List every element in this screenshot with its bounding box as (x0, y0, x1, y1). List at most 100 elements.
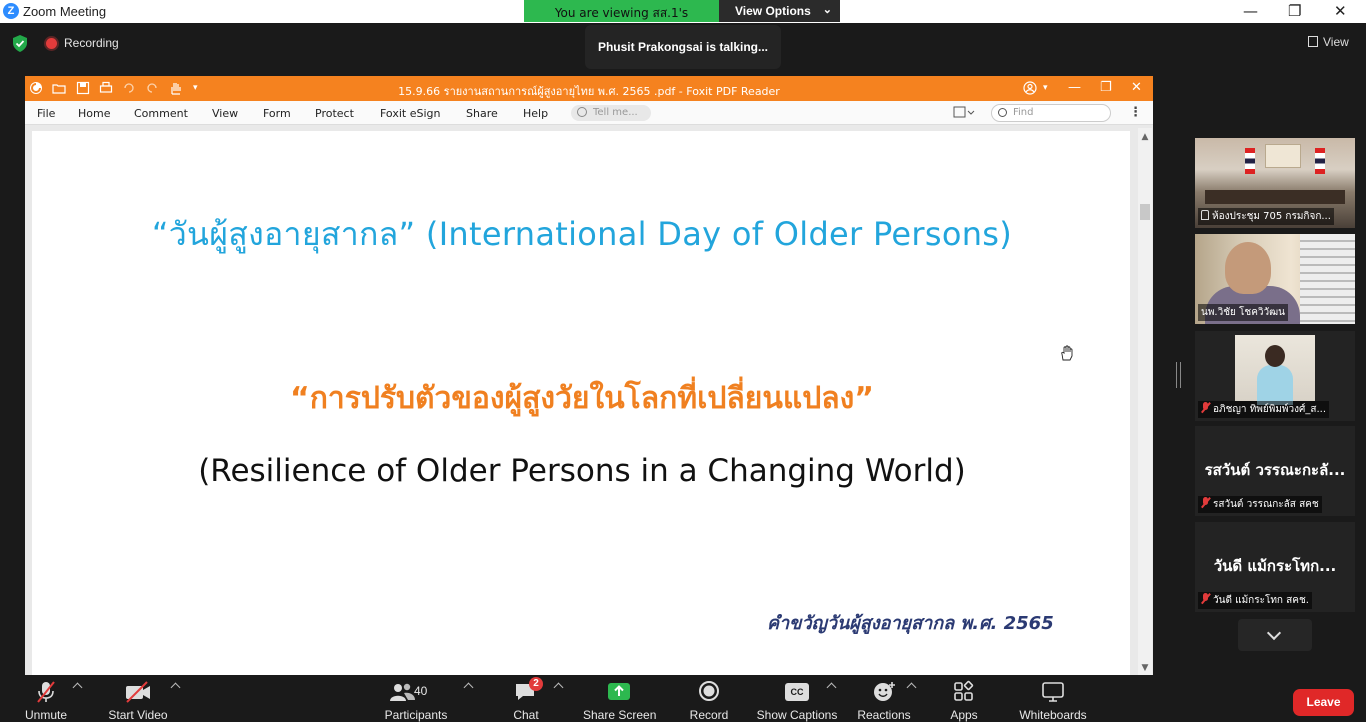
scroll-down-arrow-icon[interactable]: ▼ (1138, 663, 1152, 673)
chat-options-caret-icon[interactable] (553, 682, 564, 693)
panel-resize-handle[interactable] (1176, 362, 1181, 388)
participant-name: รสวันต์ วรรณกะลัส สคช (1213, 499, 1319, 510)
thai-flag (1245, 148, 1255, 174)
view-label: View (1323, 35, 1349, 49)
record-button[interactable]: Record (688, 679, 730, 722)
menu-form[interactable]: Form (263, 107, 291, 120)
video-tile-meeting-room[interactable]: ห้องประชุม 705 กรมกิจก... (1195, 138, 1355, 228)
user-account-icon[interactable] (1023, 81, 1037, 95)
find-input[interactable]: Find (991, 104, 1111, 122)
pdf-close-button[interactable]: ✕ (1131, 80, 1142, 95)
participant-head (1225, 242, 1271, 294)
video-tile-participant[interactable]: อภิชญา ทิพย์พิมพ์วงศ์_ส... (1195, 331, 1355, 421)
window-title-bar: Z Zoom Meeting You are viewing สส.1's sc… (0, 0, 1366, 37)
muted-mic-icon (1201, 593, 1210, 604)
reactions-button[interactable]: Reactions (856, 679, 912, 722)
participant-name-label: รสวันต์ วรรณกะลัส สคช (1198, 496, 1322, 513)
participant-name: วันดี แม้กระโทก สคช. (1213, 595, 1309, 606)
menu-foxit-esign[interactable]: Foxit eSign (380, 107, 440, 120)
slide-theme-thai: “การปรับตัวของผู้สูงวัยในโลกที่เปลี่ยนแป… (290, 381, 874, 416)
chat-button[interactable]: 2 Chat (506, 677, 546, 722)
audio-options-caret-icon[interactable] (72, 682, 83, 693)
reactions-label: Reactions (857, 708, 911, 722)
lightbulb-icon (577, 107, 587, 117)
menu-protect[interactable]: Protect (315, 107, 354, 120)
participants-options-caret-icon[interactable] (463, 682, 474, 693)
closed-captions-icon: CC (785, 683, 809, 701)
participants-button[interactable]: 40 Participants (384, 679, 448, 722)
slide-caption: คำขวัญวันผู้สูงอายุสากล พ.ศ. 2565 (767, 613, 1054, 634)
participant-body (1257, 365, 1293, 405)
scroll-participants-down-button[interactable] (1238, 619, 1312, 651)
record-label: Record (689, 708, 729, 722)
video-tile-participant[interactable]: รสวันต์ วรรณะกะลั... รสวันต์ วรรณกะลัส ส… (1195, 426, 1355, 516)
slide-theme-english: (Resilience of Older Persons in a Changi… (198, 453, 966, 489)
view-mode-dropdown-icon[interactable] (953, 106, 975, 118)
pdf-document-title: 15.9.66 รายงานสถานการณ์ผู้สูงอายุไทย พ.ศ… (398, 85, 780, 98)
pdf-page: “วันผู้สูงอายุสากล” (International Day o… (32, 131, 1130, 675)
apps-icon (954, 680, 974, 701)
app-title: Zoom Meeting (23, 4, 107, 19)
participants-label: Participants (384, 708, 448, 722)
participant-name: อภิชญา ทิพย์พิมพ์วงศ์_ส... (1213, 404, 1327, 415)
pdf-ribbon-menu: File Home Comment View Form Protect Foxi… (25, 101, 1153, 125)
meeting-table (1205, 190, 1345, 204)
bookshelf (1300, 234, 1355, 324)
minimize-button[interactable]: — (1243, 2, 1258, 20)
recording-label[interactable]: Recording (64, 36, 119, 50)
unmute-button[interactable]: Unmute (18, 679, 74, 722)
share-screen-button[interactable]: Share Screen (583, 679, 657, 722)
pdf-minimize-button[interactable]: — (1068, 80, 1081, 95)
menu-help[interactable]: Help (523, 107, 548, 120)
viewing-status: You are viewing สส.1's screen (524, 0, 719, 37)
menu-comment[interactable]: Comment (134, 107, 188, 120)
participants-count: 40 (414, 684, 428, 698)
view-options-button[interactable]: View Options ⌄ (719, 0, 840, 22)
participant-display-name: รสวันต์ วรรณะกะลั... (1204, 461, 1346, 479)
unmute-label: Unmute (24, 708, 68, 722)
participants-icon (390, 683, 415, 701)
find-placeholder: Find (1013, 107, 1034, 118)
scroll-thumb[interactable] (1140, 204, 1150, 220)
menu-file[interactable]: File (37, 107, 55, 120)
muted-mic-icon (1201, 402, 1210, 413)
pdf-vertical-scrollbar[interactable]: ▲ ▼ (1138, 128, 1152, 675)
zoom-logo-icon: Z (3, 3, 19, 19)
tell-me-search[interactable]: Tell me... (571, 105, 651, 121)
chat-unread-badge: 2 (529, 677, 543, 691)
menu-view[interactable]: View (212, 107, 238, 120)
video-tile-participant[interactable]: วันดี แม้กระโทก... วันดี แม้กระโทก สคช. (1195, 522, 1355, 612)
security-shield-icon[interactable] (12, 35, 28, 52)
video-tile-participant[interactable]: นพ.วิชัย โชควิวัฒน (1195, 234, 1355, 324)
screen-share-banner: You are viewing สส.1's screen View Optio… (524, 0, 840, 37)
layout-grid-icon (1308, 36, 1318, 47)
share-screen-icon (608, 683, 630, 700)
scroll-up-arrow-icon[interactable]: ▲ (1138, 132, 1152, 142)
whiteboards-button[interactable]: Whiteboards (1017, 679, 1089, 722)
leave-meeting-button[interactable]: Leave (1293, 689, 1354, 716)
chat-label: Chat (513, 708, 539, 722)
share-screen-label: Share Screen (583, 708, 657, 722)
more-options-icon[interactable]: ⋮ (1129, 105, 1142, 120)
apps-button[interactable]: Apps (947, 679, 981, 722)
talking-indicator: Phusit Prakongsai is talking... (585, 25, 781, 69)
recording-dot-icon (46, 38, 57, 49)
participant-name-label: อภิชญา ทิพย์พิมพ์วงศ์_ส... (1198, 401, 1330, 418)
restore-button[interactable]: ❐ (1288, 2, 1301, 20)
start-video-button[interactable]: Start Video (106, 679, 170, 722)
account-chevron-icon[interactable]: ▾ (1043, 83, 1048, 93)
video-options-caret-icon[interactable] (170, 682, 181, 693)
chevron-down-icon: ⌄ (822, 4, 832, 16)
show-captions-button[interactable]: CC Show Captions (756, 679, 838, 722)
view-layout-button[interactable]: View (1308, 35, 1349, 49)
close-button[interactable]: ✕ (1334, 2, 1347, 20)
participant-name-label: วันดี แม้กระโทก สคช. (1198, 592, 1312, 609)
whiteboards-label: Whiteboards (1019, 708, 1087, 722)
pdf-restore-button[interactable]: ❐ (1100, 80, 1112, 95)
menu-share[interactable]: Share (466, 107, 498, 120)
participant-name: ห้องประชุม 705 กรมกิจก... (1212, 211, 1331, 222)
participant-name: นพ.วิชัย โชควิวัฒน (1201, 307, 1285, 318)
participant-head (1265, 345, 1285, 367)
muted-mic-icon (1201, 497, 1210, 508)
menu-home[interactable]: Home (78, 107, 110, 120)
